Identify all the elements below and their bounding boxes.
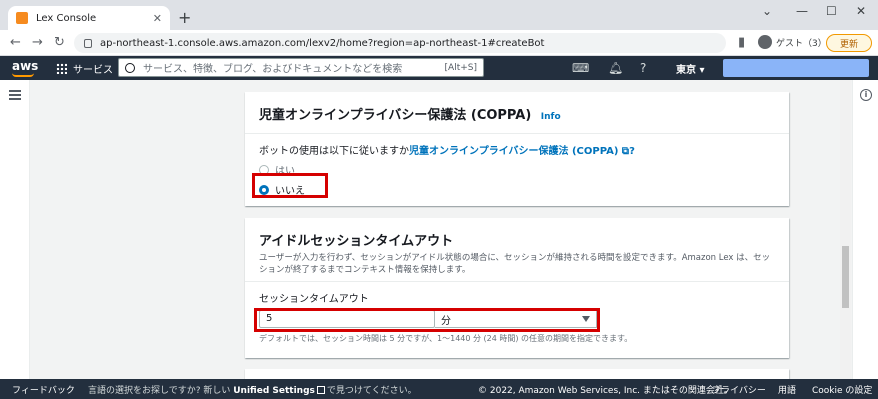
update-button[interactable]: 更新 bbox=[826, 34, 872, 52]
maximize-icon[interactable]: ☐ bbox=[826, 4, 837, 18]
info-panel-icon[interactable]: i bbox=[860, 89, 872, 101]
avatar-icon bbox=[758, 35, 772, 49]
privacy-link[interactable]: プライバシー bbox=[712, 383, 766, 396]
services-label: サービス bbox=[73, 65, 113, 76]
external-link-icon-footer bbox=[316, 386, 325, 394]
idle-timeout-card: アイドルセッションタイムアウト ユーザーが入力を行わず、セッションがアイドル状態… bbox=[245, 218, 789, 358]
scrollbar-thumb[interactable] bbox=[842, 246, 849, 308]
bell-icon[interactable]: 🔔︎ bbox=[608, 61, 623, 75]
coppa-question-text: ボットの使用は以下に従いますか bbox=[259, 146, 409, 157]
guest-label: ゲスト（3） bbox=[776, 38, 827, 49]
search-shortcut: [Alt+S] bbox=[444, 62, 477, 73]
highlight-box-coppa bbox=[252, 173, 328, 198]
idle-description: ユーザーが入力を行わず、セッションがアイドル状態の場合に、セッションが維持される… bbox=[259, 253, 771, 275]
lex-favicon-icon bbox=[16, 12, 28, 24]
tab-title: Lex Console bbox=[36, 12, 97, 24]
session-timeout-label: セッションタイムアウト bbox=[259, 294, 369, 305]
help-icon[interactable]: ? bbox=[640, 61, 646, 75]
aws-smile-icon bbox=[12, 73, 34, 77]
console-footer: フィードバック 言語の選択をお探しですか? 新しい Unified Settin… bbox=[0, 379, 878, 399]
unified-settings-link[interactable]: Unified Settings bbox=[233, 386, 315, 396]
right-rail: i bbox=[852, 80, 878, 379]
services-menu[interactable]: サービス bbox=[56, 61, 113, 76]
terms-link[interactable]: 用語 bbox=[778, 383, 796, 396]
aws-logo-text: aws bbox=[12, 59, 39, 73]
lang-prompt-text: 言語の選択をお探しですか? 新しい bbox=[88, 386, 231, 396]
coppa-info-link[interactable]: Info bbox=[541, 112, 561, 122]
scrollbar[interactable] bbox=[840, 80, 851, 379]
hamburger-menu-icon[interactable] bbox=[9, 90, 21, 100]
lock-icon bbox=[84, 38, 92, 48]
aws-top-nav: aws サービス サービス、特徴、ブログ、およびドキュメントなどを検索 [Alt… bbox=[0, 56, 878, 80]
browser-tab[interactable]: Lex Console ✕ bbox=[8, 6, 170, 30]
new-tab-button[interactable]: + bbox=[178, 8, 191, 27]
sidepanel-icon[interactable]: ▮ bbox=[738, 35, 745, 50]
left-rail bbox=[0, 80, 30, 379]
search-input[interactable]: サービス、特徴、ブログ、およびドキュメントなどを検索 [Alt+S] bbox=[118, 58, 484, 77]
update-label: 更新 bbox=[839, 39, 858, 50]
coppa-question-suffix: ? bbox=[629, 146, 635, 157]
lang-prompt: 言語の選択をお探しですか? 新しい Unified Settings で見つけてく… bbox=[88, 383, 417, 396]
coppa-question: ボットの使用は以下に従いますか児童オンラインプライバシー保護法 (COPPA) … bbox=[259, 142, 775, 157]
profile-button[interactable]: ゲスト（3） bbox=[758, 35, 827, 49]
session-timeout-hint: デフォルトでは、セッション時間は 5 分ですが、1～1440 分 (24 時間)… bbox=[259, 334, 633, 343]
lang-suffix-text: で見つけてください。 bbox=[326, 386, 417, 396]
search-icon bbox=[125, 62, 135, 73]
minimize-icon[interactable]: — bbox=[796, 4, 808, 18]
url-text: ap-northeast-1.console.aws.amazon.com/le… bbox=[100, 37, 545, 49]
coppa-title: 児童オンラインプライバシー保護法 (COPPA) bbox=[259, 108, 532, 123]
aws-logo[interactable]: aws bbox=[12, 59, 39, 77]
search-placeholder: サービス、特徴、ブログ、およびドキュメントなどを検索 bbox=[143, 64, 403, 75]
account-menu[interactable] bbox=[723, 59, 869, 77]
grid-icon bbox=[56, 63, 67, 74]
region-selector[interactable]: 東京 ▾ bbox=[676, 61, 705, 76]
close-tab-icon[interactable]: ✕ bbox=[153, 12, 162, 25]
cookie-settings-link[interactable]: Cookie の設定 bbox=[812, 383, 872, 396]
browser-toolbar: ← → ↻ ap-northeast-1.console.aws.amazon.… bbox=[0, 30, 878, 56]
window-close-icon[interactable]: ✕ bbox=[856, 4, 866, 18]
highlight-box-timeout bbox=[254, 308, 600, 332]
address-bar[interactable]: ap-northeast-1.console.aws.amazon.com/le… bbox=[74, 33, 726, 53]
idle-header: アイドルセッションタイムアウト ユーザーが入力を行わず、セッションがアイドル状態… bbox=[245, 218, 789, 282]
coppa-header: 児童オンラインプライバシー保護法 (COPPA) Info bbox=[245, 92, 789, 134]
back-icon[interactable]: ← bbox=[10, 35, 21, 50]
coppa-radio-yes[interactable]: はい bbox=[259, 162, 775, 177]
feedback-link[interactable]: フィードバック bbox=[12, 383, 75, 396]
browser-tab-strip: Lex Console ✕ + ⌄ — ☐ ✕ bbox=[0, 0, 878, 30]
forward-icon[interactable]: → bbox=[32, 35, 43, 50]
external-link-icon[interactable]: ⧉ bbox=[618, 146, 629, 157]
copyright: © 2022, Amazon Web Services, Inc. またはその関… bbox=[478, 386, 733, 396]
idle-title: アイドルセッションタイムアウト bbox=[259, 234, 454, 249]
coppa-radio-no[interactable]: いいえ bbox=[259, 182, 775, 197]
cloudshell-icon[interactable]: ⌨ bbox=[572, 61, 589, 75]
coppa-link[interactable]: 児童オンラインプライバシー保護法 (COPPA) bbox=[409, 146, 618, 157]
tab-search-icon[interactable]: ⌄ bbox=[762, 4, 772, 18]
reload-icon[interactable]: ↻ bbox=[54, 35, 65, 50]
